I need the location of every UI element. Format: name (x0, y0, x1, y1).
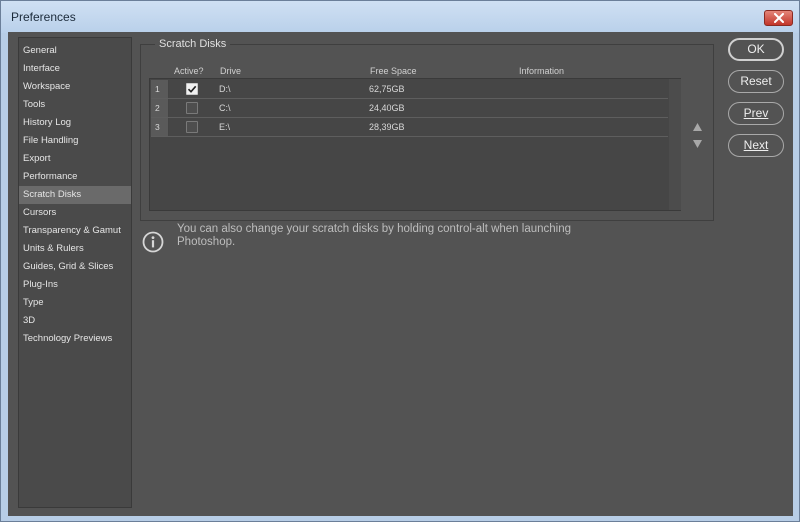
row-number: 3 (151, 118, 169, 136)
sidebar-item-history-log[interactable]: History Log (19, 114, 131, 132)
active-checkbox[interactable] (186, 102, 198, 114)
table-row[interactable]: 1 D:\ 62,75GB (151, 80, 668, 99)
move-down-button[interactable] (691, 140, 703, 152)
drive-cell: C:\ (219, 103, 231, 113)
active-checkbox[interactable] (186, 121, 198, 133)
table-row[interactable]: 3 E:\ 28,39GB (151, 118, 668, 137)
checkmark-icon (187, 85, 197, 93)
drive-cell: D:\ (219, 84, 231, 94)
sidebar-item-tools[interactable]: Tools (19, 96, 131, 114)
free-space-cell: 24,40GB (369, 103, 405, 113)
move-up-button[interactable] (691, 123, 703, 135)
free-space-cell: 28,39GB (369, 122, 405, 132)
info-message: You can also change your scratch disks b… (177, 223, 572, 248)
sidebar-item-performance[interactable]: Performance (19, 168, 131, 186)
next-button[interactable]: Next (728, 134, 784, 157)
reset-button[interactable]: Reset (728, 70, 784, 93)
free-space-cell: 62,75GB (369, 84, 405, 94)
sidebar-item-plug-ins[interactable]: Plug-Ins (19, 276, 131, 294)
column-header-drive: Drive (220, 66, 242, 76)
triangle-up-icon (692, 123, 702, 131)
sidebar-item-3d[interactable]: 3D (19, 312, 131, 330)
category-sidebar: General Interface Workspace Tools Histor… (18, 37, 132, 508)
prev-button[interactable]: Prev (728, 102, 784, 125)
sidebar-item-technology-previews[interactable]: Technology Previews (19, 330, 131, 348)
group-title: Scratch Disks (155, 38, 231, 50)
next-label: Next (743, 138, 769, 152)
window-title: Preferences (11, 10, 76, 24)
table-row[interactable]: 2 C:\ 24,40GB (151, 99, 668, 118)
info-icon (142, 231, 164, 253)
ok-button[interactable]: OK (728, 38, 784, 61)
row-number: 2 (151, 99, 169, 117)
column-header-free-space: Free Space (370, 66, 417, 76)
sidebar-item-workspace[interactable]: Workspace (19, 78, 131, 96)
column-header-active: Active? (174, 66, 204, 76)
title-bar[interactable]: Preferences (1, 1, 799, 33)
scratch-disk-table: 1 D:\ 62,75GB 2 C:\ 24,40GB 3 E:\ 28,39G… (149, 78, 681, 211)
close-icon (773, 13, 784, 23)
sidebar-item-units-rulers[interactable]: Units & Rulers (19, 240, 131, 258)
active-checkbox[interactable] (186, 83, 198, 95)
prev-label: Prev (743, 106, 769, 120)
row-number: 1 (151, 80, 169, 98)
close-button[interactable] (764, 10, 793, 26)
dialog-body: General Interface Workspace Tools Histor… (8, 32, 793, 516)
sidebar-item-scratch-disks[interactable]: Scratch Disks (19, 186, 131, 204)
triangle-down-icon (692, 140, 702, 148)
sidebar-item-cursors[interactable]: Cursors (19, 204, 131, 222)
drive-cell: E:\ (219, 122, 231, 132)
table-scrollbar[interactable] (669, 79, 681, 210)
sidebar-item-general[interactable]: General (19, 42, 131, 60)
sidebar-item-guides-grid-slices[interactable]: Guides, Grid & Slices (19, 258, 131, 276)
column-header-information: Information (519, 66, 565, 76)
sidebar-item-export[interactable]: Export (19, 150, 131, 168)
sidebar-item-type[interactable]: Type (19, 294, 131, 312)
preferences-window: Preferences General Interface Workspace … (0, 0, 800, 522)
sidebar-item-interface[interactable]: Interface (19, 60, 131, 78)
sidebar-item-file-handling[interactable]: File Handling (19, 132, 131, 150)
sidebar-item-transparency-gamut[interactable]: Transparency & Gamut (19, 222, 131, 240)
